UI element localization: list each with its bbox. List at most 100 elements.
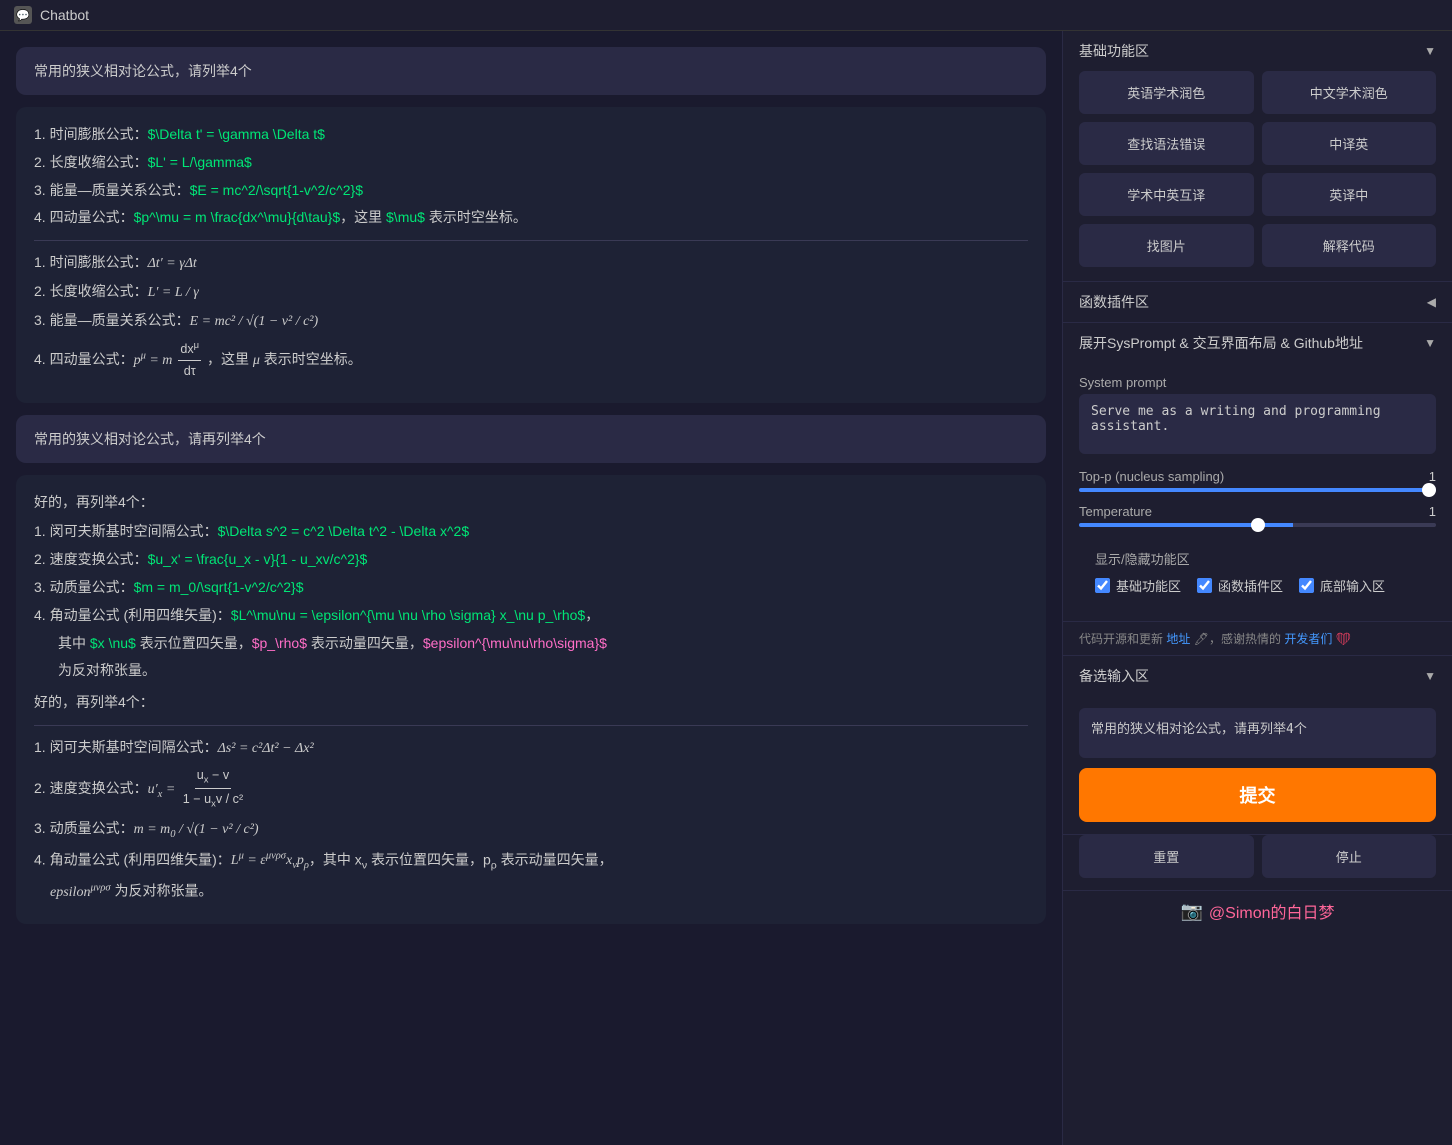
latex2-4c: $p_\rho$ xyxy=(252,635,307,651)
rendered2-3: 3. 动质量公式：m = m0 / √(1 − v² / c²) xyxy=(34,817,1028,844)
rendered2-2: 2. 速度变换公式：u′x = ux − v 1 − uxv / c² xyxy=(34,765,1028,813)
sys-prompt-group: System prompt Serve me as a writing and … xyxy=(1079,375,1436,457)
heart-icon: ❤ xyxy=(1336,632,1351,646)
btn-find-image[interactable]: 找图片 xyxy=(1079,224,1254,267)
latex2-1: $\Delta s^2 = c^2 \Delta t^2 - \Delta x^… xyxy=(218,523,470,539)
backup-title: 备选输入区 xyxy=(1079,666,1149,686)
temperature-slider[interactable] xyxy=(1079,523,1436,527)
formula2-line4c: 为反对称张量。 xyxy=(34,659,1028,683)
formula2-line4: 4. 角动量公式 (利用四维矢量)：$L^\mu\nu = \epsilon^{… xyxy=(34,604,1028,628)
show-hide-section: 显示/隐藏功能区 基础功能区 函数插件区 底部输入区 xyxy=(1079,539,1436,609)
assistant-message-1: 1. 时间膨胀公式：$\Delta t' = \gamma \Delta t$ … xyxy=(16,107,1046,403)
checkbox-basic-label: 基础功能区 xyxy=(1116,576,1181,595)
formula-line: 2. 长度收缩公式：$L' = L/\gamma$ xyxy=(34,151,1028,175)
btn-zh-to-en[interactable]: 中译英 xyxy=(1262,122,1437,165)
reset-button[interactable]: 重置 xyxy=(1079,835,1254,878)
latex-mu: $\mu$ xyxy=(386,209,425,225)
formula-line: 1. 时间膨胀公式：$\Delta t' = \gamma \Delta t$ xyxy=(34,123,1028,147)
source-row: 代码开源和更新 地址 🖊，感谢热情的 开发者们 ❤ xyxy=(1063,622,1452,656)
sidebar: 基础功能区 ▼ 英语学术润色 中文学术润色 查找语法错误 中译英 学术中英互译 … xyxy=(1062,31,1452,1145)
formula2-line2: 2. 速度变换公式：$u_x' = \frac{u_x - v}{1 - u_x… xyxy=(34,548,1028,572)
temperature-label: Temperature xyxy=(1079,504,1152,519)
backup-textarea[interactable]: 常用的狭义相对论公式，请再列举4个 xyxy=(1079,708,1436,758)
basic-functions-section: 基础功能区 ▼ 英语学术润色 中文学术润色 查找语法错误 中译英 学术中英互译 … xyxy=(1063,31,1452,282)
frac-velocity: ux − v 1 − uxv / c² xyxy=(181,765,245,813)
checkbox-basic-input[interactable] xyxy=(1095,578,1110,593)
top-p-slider[interactable] xyxy=(1079,488,1436,492)
rendered-3: 3. 能量—质量关系公式：E = mc² / √(1 − v² / c²) xyxy=(34,309,1028,334)
rendered-4: 4. 四动量公式：pμ = m dxμ dτ ，这里 μ 表示时空坐标。 xyxy=(34,338,1028,383)
backup-content: 常用的狭义相对论公式，请再列举4个 提交 xyxy=(1063,696,1452,834)
btn-english-polish[interactable]: 英语学术润色 xyxy=(1079,71,1254,114)
latex2-3: $m = m_0/\sqrt{1-v^2/c^2}$ xyxy=(134,579,304,595)
topbar: 💬 Chatbot xyxy=(0,0,1452,31)
btn-en-to-zh[interactable]: 英译中 xyxy=(1262,173,1437,216)
rendered2-4: 4. 角动量公式 (利用四维矢量)：Lμ = εμνρσxνpρ，其中 xν 表… xyxy=(34,848,1028,875)
checkbox-basic[interactable]: 基础功能区 xyxy=(1095,576,1181,595)
backup-arrow: ▼ xyxy=(1424,669,1436,683)
source-link[interactable]: 地址 xyxy=(1166,632,1190,646)
plugin-arrow: ◀ xyxy=(1427,295,1436,309)
checkbox-row: 基础功能区 函数插件区 底部输入区 xyxy=(1095,576,1420,595)
latex2-4b: $x \nu$ xyxy=(90,635,136,651)
checkbox-bottom-input[interactable] xyxy=(1299,578,1314,593)
good-text: 好的，再列举4个： xyxy=(34,491,1028,515)
backup-header[interactable]: 备选输入区 ▼ xyxy=(1063,656,1452,696)
latex2-2: $u_x' = \frac{u_x - v}{1 - u_xv/c^2}$ xyxy=(148,551,368,567)
basic-functions-arrow: ▼ xyxy=(1424,44,1436,58)
rendered-1: 1. 时间膨胀公式：Δt′ = γΔt xyxy=(34,251,1028,276)
backup-section: 备选输入区 ▼ 常用的狭义相对论公式，请再列举4个 提交 xyxy=(1063,656,1452,835)
btn-grammar-check[interactable]: 查找语法错误 xyxy=(1079,122,1254,165)
sysprompt-arrow: ▼ xyxy=(1424,336,1436,350)
submit-button[interactable]: 提交 xyxy=(1079,768,1436,822)
top-p-value: 1 xyxy=(1429,469,1436,484)
bottom-btn-row: 重置 停止 xyxy=(1063,835,1452,890)
sysprompt-title: 展开SysPrompt & 交互界面布局 & Github地址 xyxy=(1079,333,1363,353)
checkbox-plugin[interactable]: 函数插件区 xyxy=(1197,576,1283,595)
sysprompt-section: 展开SysPrompt & 交互界面布局 & Github地址 ▼ System… xyxy=(1063,323,1452,622)
show-hide-label: 显示/隐藏功能区 xyxy=(1095,549,1420,568)
latex-code-1: $\Delta t' = \gamma \Delta t$ xyxy=(148,126,325,142)
latex2-4d: $epsilon^{\mu\nu\rho\sigma}$ xyxy=(423,635,607,651)
frac-dxmu-dtau: dxμ dτ xyxy=(178,338,201,383)
temperature-value: 1 xyxy=(1429,504,1436,519)
stop-button[interactable]: 停止 xyxy=(1262,835,1437,878)
checkbox-plugin-label: 函数插件区 xyxy=(1218,576,1283,595)
formula-line: 4. 四动量公式：$p^\mu = m \frac{dx^\mu}{d\tau}… xyxy=(34,206,1028,230)
sysprompt-content: System prompt Serve me as a writing and … xyxy=(1063,363,1452,621)
basic-functions-title: 基础功能区 xyxy=(1079,41,1149,61)
btn-explain-code[interactable]: 解释代码 xyxy=(1262,224,1437,267)
source-link2[interactable]: 开发者们 xyxy=(1284,632,1332,646)
sys-prompt-textarea[interactable]: Serve me as a writing and programming as… xyxy=(1079,394,1436,454)
chatbot-icon: 💬 xyxy=(14,6,32,24)
user-message-2: 常用的狭义相对论公式，请再列举4个 xyxy=(16,415,1046,463)
weibo-watermark: 📷 @Simon的白日梦 xyxy=(1063,890,1452,931)
plugin-section-title: 函数插件区 xyxy=(1079,292,1149,312)
rendered2-4b: epsilonμνρσ 为反对称张量。 xyxy=(34,879,1028,904)
btn-academic-translate[interactable]: 学术中英互译 xyxy=(1079,173,1254,216)
sys-prompt-label: System prompt xyxy=(1079,375,1436,390)
latex-code-3: $E = mc^2/\sqrt{1-v^2/c^2}$ xyxy=(190,182,363,198)
plugin-section[interactable]: 函数插件区 ◀ xyxy=(1063,282,1452,323)
source-mid: 🖊，感谢热情的 xyxy=(1194,632,1281,646)
user-message-1: 常用的狭义相对论公式，请列举4个 xyxy=(16,47,1046,95)
basic-functions-header[interactable]: 基础功能区 ▼ xyxy=(1063,31,1452,71)
top-p-slider-row: Top-p (nucleus sampling) 1 xyxy=(1079,469,1436,492)
topbar-title: Chatbot xyxy=(40,7,89,23)
basic-functions-grid: 英语学术润色 中文学术润色 查找语法错误 中译英 学术中英互译 英译中 找图片 … xyxy=(1063,71,1452,281)
good-text-2: 好的，再列举4个： xyxy=(34,691,1028,715)
btn-chinese-polish[interactable]: 中文学术润色 xyxy=(1262,71,1437,114)
chat-area[interactable]: 常用的狭义相对论公式，请列举4个 1. 时间膨胀公式：$\Delta t' = … xyxy=(0,31,1062,1145)
checkbox-bottom[interactable]: 底部输入区 xyxy=(1299,576,1385,595)
formula2-line3: 3. 动质量公式：$m = m_0/\sqrt{1-v^2/c^2}$ xyxy=(34,576,1028,600)
sysprompt-header[interactable]: 展开SysPrompt & 交互界面布局 & Github地址 ▼ xyxy=(1063,323,1452,363)
temperature-slider-row: Temperature 1 xyxy=(1079,504,1436,527)
rendered2-1: 1. 闵可夫斯基时空间隔公式：Δs² = c²Δt² − Δx² xyxy=(34,736,1028,761)
checkbox-plugin-input[interactable] xyxy=(1197,578,1212,593)
weibo-text: @Simon的白日梦 xyxy=(1209,899,1335,923)
formula-line: 3. 能量—质量关系公式：$E = mc^2/\sqrt{1-v^2/c^2}$ xyxy=(34,179,1028,203)
top-p-label: Top-p (nucleus sampling) xyxy=(1079,469,1224,484)
checkbox-bottom-label: 底部输入区 xyxy=(1320,576,1385,595)
user-message-2-text: 常用的狭义相对论公式，请再列举4个 xyxy=(34,431,266,447)
latex-code-2: $L' = L/\gamma$ xyxy=(148,154,252,170)
